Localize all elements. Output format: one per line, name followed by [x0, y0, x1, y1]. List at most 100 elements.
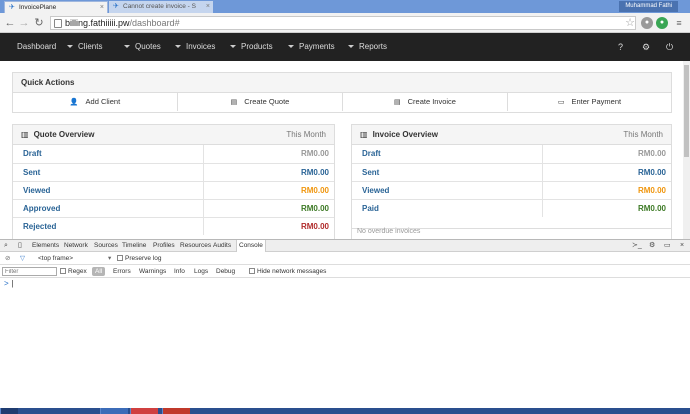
nav-clients[interactable]: Clients	[67, 33, 102, 61]
bookmark-star-icon[interactable]: ☆	[624, 17, 636, 29]
create-invoice-button[interactable]: ▤ Create Invoice	[343, 93, 508, 111]
enter-payment-button[interactable]: ▭ Enter Payment	[508, 93, 671, 111]
button-label: Create Invoice	[407, 97, 456, 106]
tab-profiles[interactable]: Profiles	[153, 240, 175, 252]
window-controls[interactable]	[678, 0, 690, 13]
url-input[interactable]: billing.fathiiiii.pw/dashboard#	[50, 16, 636, 30]
panel-title: ▥ Quote Overview	[21, 125, 94, 145]
nav-label: Quotes	[135, 42, 161, 51]
start-button[interactable]	[0, 408, 18, 414]
scrollbar-thumb[interactable]	[684, 65, 689, 157]
status-link-viewed[interactable]: Viewed	[23, 182, 50, 200]
regex-checkbox[interactable]: Regex	[60, 265, 87, 278]
settings-gears-icon[interactable]: ⚙	[642, 33, 650, 61]
page-scrollbar[interactable]	[683, 61, 690, 239]
nav-reports[interactable]: Reports	[348, 33, 387, 61]
checkbox-box[interactable]	[60, 268, 66, 275]
gear-icon[interactable]: ⚙	[649, 240, 655, 252]
tab-resources[interactable]: Resources	[180, 240, 211, 252]
hide-network-checkbox[interactable]: Hide network messages	[249, 265, 326, 278]
tab-sources[interactable]: Sources	[94, 240, 118, 252]
status-link-viewed[interactable]: Viewed	[362, 182, 389, 200]
frame-select[interactable]: <top frame>	[38, 252, 73, 265]
cell-divider	[542, 145, 543, 163]
nav-dashboard[interactable]: Dashboard	[17, 33, 56, 61]
forward-arrow-icon[interactable]: →	[18, 17, 30, 29]
tab-timeline[interactable]: Timeline	[122, 240, 146, 252]
device-mode-icon[interactable]: ▯	[18, 240, 22, 252]
console-toolbar: ⊘ ▽ <top frame> ▾ Preserve log	[0, 252, 690, 265]
console-prompt[interactable]: > |	[4, 279, 14, 288]
panel-header: ▥ Invoice Overview This Month	[352, 125, 671, 145]
dock-icon[interactable]: ▭	[664, 240, 671, 252]
level-errors[interactable]: Errors	[113, 265, 131, 278]
status-link-rejected[interactable]: Rejected	[23, 218, 56, 236]
close-icon[interactable]: ×	[680, 240, 684, 252]
close-icon[interactable]: ×	[206, 1, 210, 13]
level-logs[interactable]: Logs	[194, 265, 208, 278]
tab-network[interactable]: Network	[64, 240, 88, 252]
menu-icon[interactable]: ≡	[673, 17, 685, 29]
close-icon[interactable]: ×	[100, 2, 104, 13]
table-row: Paid RM0.00	[352, 199, 671, 217]
browser-user-badge[interactable]: Muhammad Fathi	[619, 1, 678, 12]
status-link-sent[interactable]: Sent	[362, 164, 379, 182]
invoice-overview-panel: ▥ Invoice Overview This Month Draft RM0.00…	[351, 124, 672, 239]
prompt-chevron-icon: >	[4, 279, 9, 288]
browser-tab-invoiceplane[interactable]: ✈ InvoicePlane ×	[4, 1, 108, 13]
filter-input[interactable]	[2, 267, 57, 276]
level-debug[interactable]: Debug	[216, 265, 235, 278]
status-link-paid[interactable]: Paid	[362, 200, 379, 218]
extension-icon[interactable]: ●	[641, 17, 653, 29]
back-arrow-icon[interactable]: ←	[4, 17, 16, 29]
status-link-draft[interactable]: Draft	[362, 145, 381, 163]
table-row: Viewed RM0.00	[13, 181, 334, 199]
filter-funnel-icon[interactable]: ▽	[20, 252, 25, 265]
cell-divider	[203, 164, 204, 181]
caret-down-icon	[175, 45, 181, 49]
console-filter-bar: Regex All Errors Warnings Info Logs Debu…	[0, 265, 690, 278]
status-link-approved[interactable]: Approved	[23, 200, 60, 218]
taskbar-item[interactable]	[130, 408, 158, 414]
checkbox-label: Preserve log	[125, 255, 162, 262]
nav-label: Invoices	[186, 42, 216, 51]
nav-quotes[interactable]: Quotes	[124, 33, 161, 61]
button-label: Enter Payment	[571, 97, 622, 106]
nav-invoices[interactable]: Invoices	[175, 33, 215, 61]
drawer-toggle-icon[interactable]: ≻_	[632, 240, 642, 252]
quick-actions-panel: Quick Actions 👤 Add Client ▤ Create Quote …	[12, 72, 672, 113]
browser-tab-cannot-create-invoice[interactable]: ✈ Cannot create invoice - S ×	[109, 1, 213, 13]
level-info[interactable]: Info	[174, 265, 185, 278]
level-all[interactable]: All	[92, 267, 106, 276]
caret-down-icon	[230, 45, 236, 49]
cell-divider	[542, 200, 543, 217]
taskbar-item[interactable]	[100, 408, 128, 414]
help-icon[interactable]: ?	[618, 33, 623, 61]
level-warnings[interactable]: Warnings	[139, 265, 166, 278]
tab-console[interactable]: Console	[236, 240, 266, 252]
status-link-draft[interactable]: Draft	[23, 145, 42, 163]
search-icon[interactable]: ⌕	[4, 240, 8, 252]
status-link-sent[interactable]: Sent	[23, 164, 40, 182]
checkbox-box[interactable]	[249, 268, 255, 275]
tab-elements[interactable]: Elements	[32, 240, 59, 252]
devtools-tab-bar: ⌕ ▯ Elements Network Sources Timeline Pr…	[0, 239, 690, 252]
nav-payments[interactable]: Payments	[288, 33, 335, 61]
invoiceplane-favicon-icon: ✈	[113, 3, 119, 10]
add-client-button[interactable]: 👤 Add Client	[13, 93, 178, 111]
table-row: Sent RM0.00	[13, 163, 334, 181]
taskbar-item[interactable]	[162, 408, 190, 414]
table-row: Approved RM0.00	[13, 199, 334, 217]
tab-audits[interactable]: Audits	[213, 240, 231, 252]
preserve-log-checkbox[interactable]: Preserve log	[117, 252, 162, 265]
clear-console-icon[interactable]: ⊘	[5, 252, 10, 265]
create-quote-button[interactable]: ▤ Create Quote	[178, 93, 343, 111]
power-icon[interactable]: ⏻	[666, 33, 673, 61]
nav-products[interactable]: Products	[230, 33, 273, 61]
checkbox-box[interactable]	[117, 255, 123, 262]
caret-down-icon	[348, 45, 354, 49]
panel-header: ▥ Quote Overview This Month	[13, 125, 334, 145]
extension-green-icon[interactable]: ●	[656, 17, 668, 29]
reload-icon[interactable]: ↻	[33, 17, 45, 29]
nav-label: Products	[241, 42, 273, 51]
